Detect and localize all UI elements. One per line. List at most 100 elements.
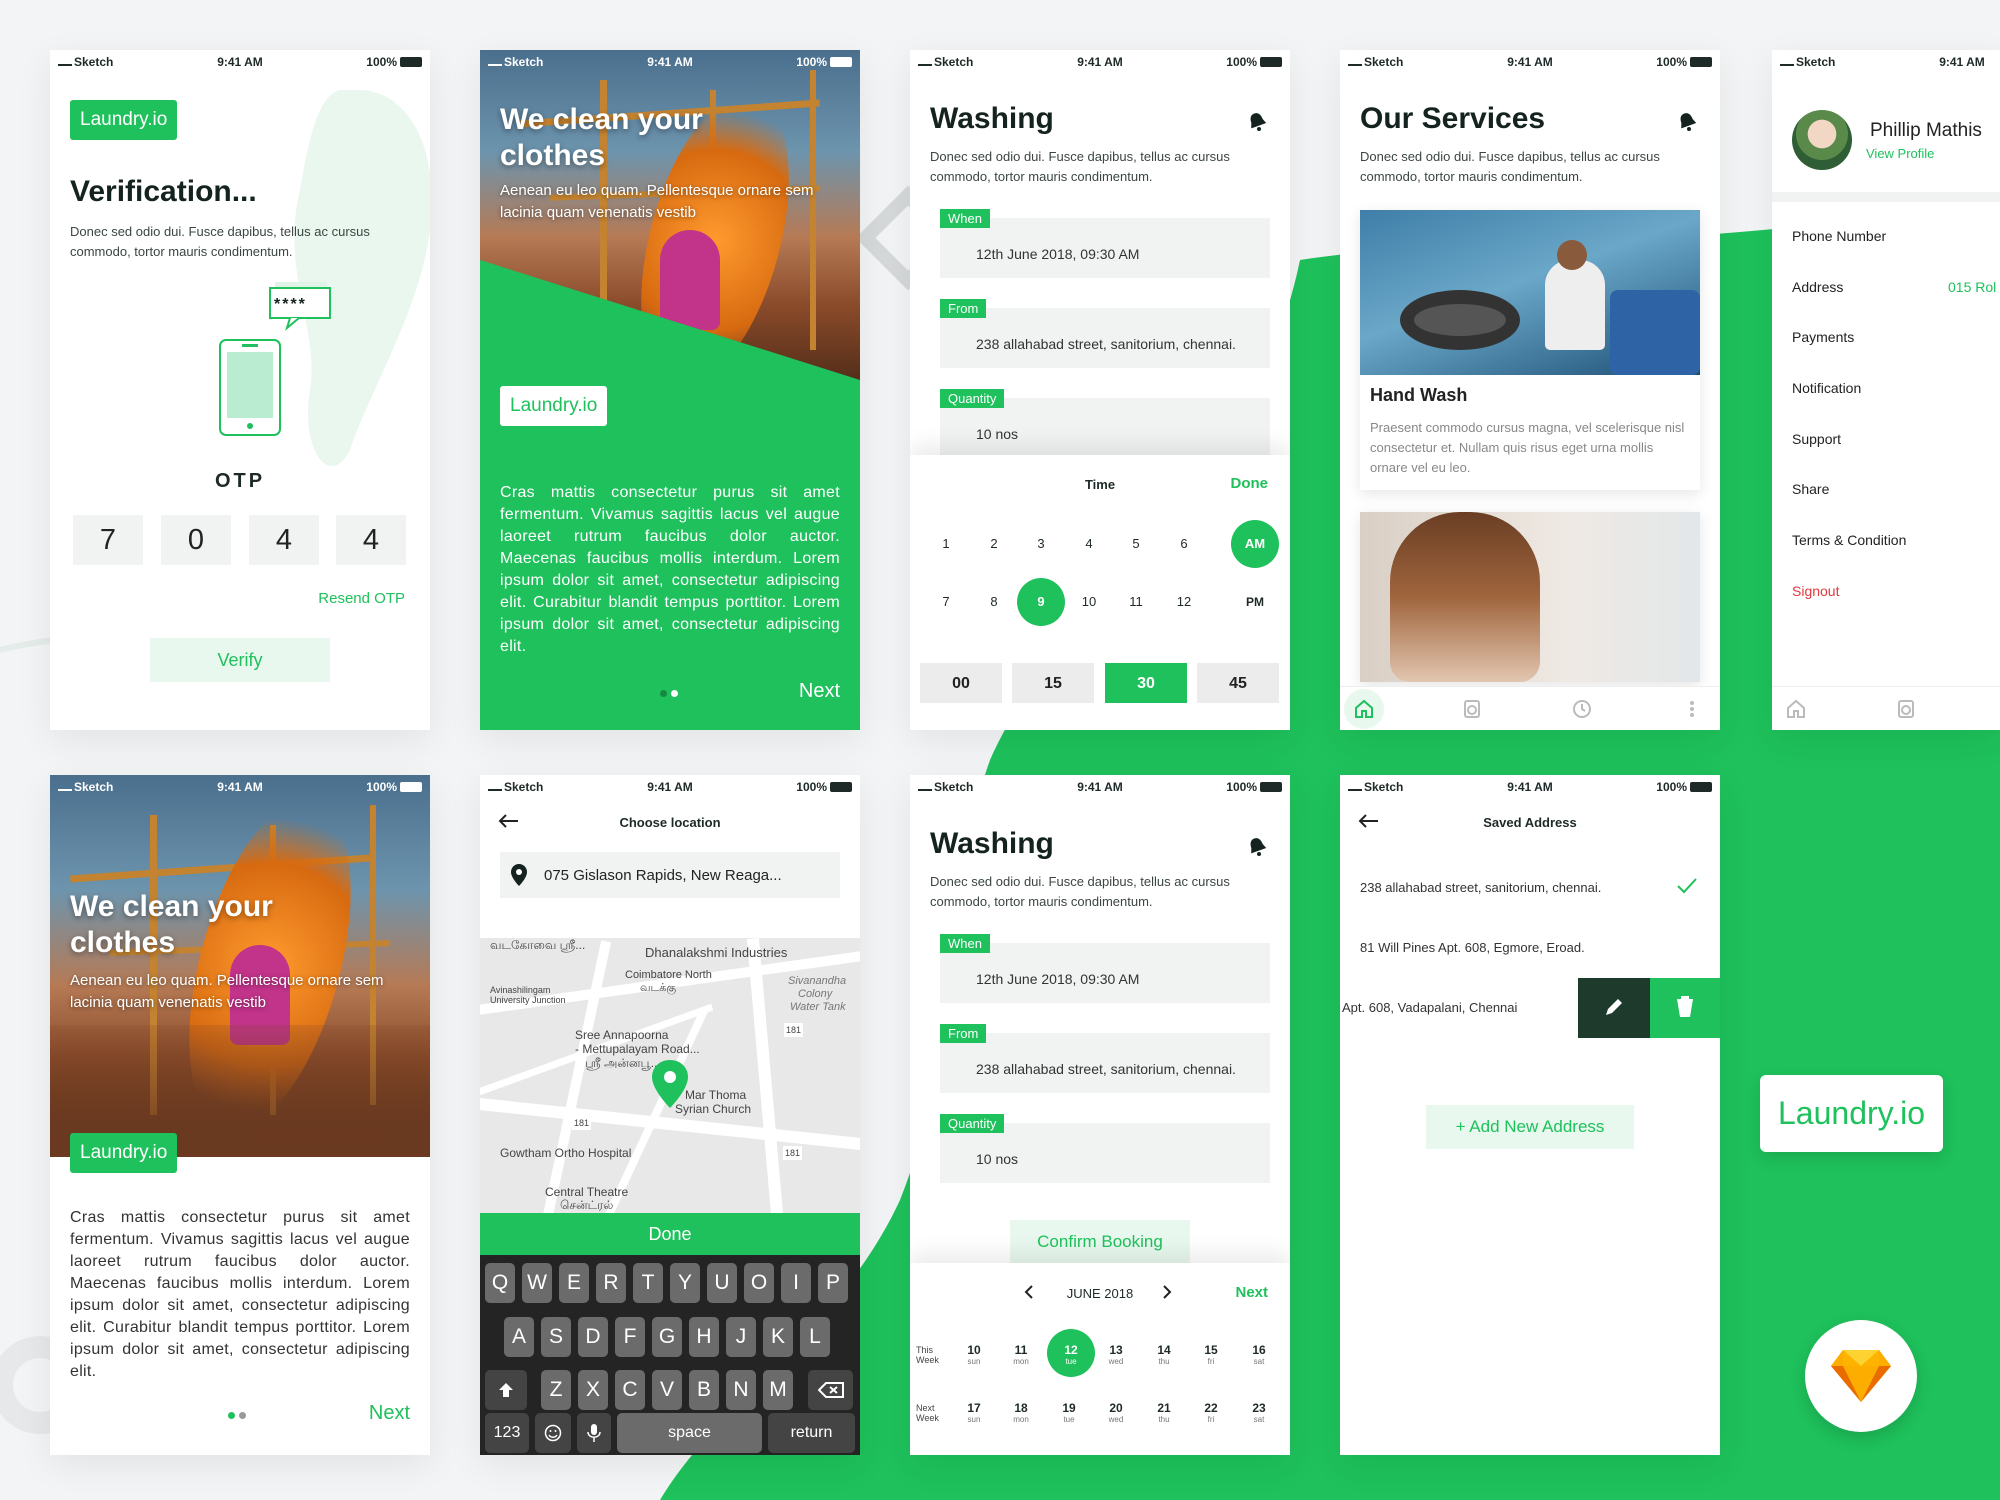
next-button[interactable]: Next	[369, 1402, 410, 1425]
menu-signout[interactable]: Signout	[1792, 583, 1839, 599]
menu-notification[interactable]: Notification	[1792, 380, 1861, 396]
key-z[interactable]: Z	[541, 1370, 571, 1410]
key-w[interactable]: W	[522, 1263, 552, 1303]
key-i[interactable]: I	[781, 1263, 811, 1303]
day-17[interactable]: 17 sun	[954, 1401, 994, 1425]
from-field[interactable]: 238 allahabad street, sanitorium, chenna…	[940, 1033, 1270, 1093]
hour-9-selected[interactable]: 9	[1017, 578, 1065, 626]
hour-5[interactable]: 5	[1116, 534, 1156, 554]
otp-digit-1[interactable]: 7	[73, 515, 143, 565]
address-item-2[interactable]: 81 Will Pines Apt. 608, Egmore, Eroad.	[1360, 940, 1585, 955]
key-p[interactable]: P	[818, 1263, 848, 1303]
next-button[interactable]: Next	[1235, 1284, 1268, 1301]
return-key[interactable]: return	[768, 1413, 855, 1453]
minute-15[interactable]: 15	[1012, 663, 1094, 703]
key-k[interactable]: K	[763, 1317, 793, 1357]
hour-4[interactable]: 4	[1069, 534, 1109, 554]
done-button[interactable]: Done	[480, 1213, 860, 1255]
hour-6[interactable]: 6	[1164, 534, 1204, 554]
otp-digit-2[interactable]: 0	[161, 515, 231, 565]
menu-phone-number[interactable]: Phone Number	[1792, 228, 1886, 244]
key-a[interactable]: A	[504, 1317, 534, 1357]
minute-45[interactable]: 45	[1197, 663, 1279, 703]
day-19[interactable]: 19 tue	[1049, 1401, 1089, 1425]
service-card-2[interactable]	[1360, 512, 1700, 682]
day-18[interactable]: 18 mon	[1001, 1401, 1041, 1425]
key-r[interactable]: R	[596, 1263, 626, 1303]
pm-toggle[interactable]: PM	[1235, 592, 1275, 612]
delete-button[interactable]	[1650, 978, 1720, 1038]
emoji-key[interactable]	[535, 1413, 571, 1453]
key-s[interactable]: S	[541, 1317, 571, 1357]
key-g[interactable]: G	[652, 1317, 682, 1357]
done-button[interactable]: Done	[1231, 475, 1269, 492]
microphone-key[interactable]	[577, 1413, 611, 1453]
map[interactable]: வடகோவை ஸ்ரீ... Dhanalakshmi Industries A…	[480, 938, 860, 1213]
minute-30-selected[interactable]: 30	[1105, 663, 1187, 703]
key-t[interactable]: T	[633, 1263, 663, 1303]
hour-7[interactable]: 7	[926, 592, 966, 612]
key-m[interactable]: M	[763, 1370, 793, 1410]
hour-3[interactable]: 3	[1021, 534, 1061, 554]
menu-payments[interactable]: Payments	[1792, 329, 1854, 345]
shift-key[interactable]	[485, 1370, 527, 1410]
key-v[interactable]: V	[652, 1370, 682, 1410]
from-field[interactable]: 238 allahabad street, sanitorium, chenna…	[940, 308, 1270, 368]
am-toggle-selected[interactable]: AM	[1231, 520, 1279, 568]
hour-11[interactable]: 11	[1116, 592, 1156, 612]
key-o[interactable]: O	[744, 1263, 774, 1303]
key-f[interactable]: F	[615, 1317, 645, 1357]
bell-icon[interactable]	[1676, 110, 1698, 132]
location-search-input[interactable]: 075 Gislason Rapids, New Reaga...	[500, 852, 840, 898]
key-c[interactable]: C	[615, 1370, 645, 1410]
otp-digit-3[interactable]: 4	[249, 515, 319, 565]
washer-icon[interactable]	[1896, 699, 1916, 719]
menu-terms[interactable]: Terms & Condition	[1792, 532, 1906, 548]
day-16[interactable]: 16 sat	[1239, 1343, 1279, 1367]
key-l[interactable]: L	[800, 1317, 830, 1357]
menu-address[interactable]: Address	[1792, 279, 1843, 295]
confirm-booking-button[interactable]: Confirm Booking	[1010, 1220, 1190, 1264]
day-22[interactable]: 22 fri	[1191, 1401, 1231, 1425]
menu-share[interactable]: Share	[1792, 481, 1829, 497]
next-button[interactable]: Next	[799, 680, 840, 703]
day-10[interactable]: 10 sun	[954, 1343, 994, 1367]
backspace-key[interactable]	[808, 1370, 853, 1410]
next-month-icon[interactable]	[1162, 1285, 1172, 1299]
day-11[interactable]: 11 mon	[1001, 1343, 1041, 1367]
day-20[interactable]: 20 wed	[1096, 1401, 1136, 1425]
minute-00[interactable]: 00	[920, 663, 1002, 703]
verify-button[interactable]: Verify	[150, 638, 330, 682]
numbers-key[interactable]: 123	[485, 1413, 529, 1453]
menu-support[interactable]: Support	[1792, 431, 1841, 447]
bell-icon[interactable]	[1246, 835, 1268, 857]
map-marker-icon[interactable]	[650, 1058, 690, 1110]
bell-icon[interactable]	[1246, 110, 1268, 132]
key-y[interactable]: Y	[670, 1263, 700, 1303]
key-h[interactable]: H	[689, 1317, 719, 1357]
key-u[interactable]: U	[707, 1263, 737, 1303]
hour-12[interactable]: 12	[1164, 592, 1204, 612]
hour-8[interactable]: 8	[974, 592, 1014, 612]
key-x[interactable]: X	[578, 1370, 608, 1410]
otp-digit-4[interactable]: 4	[336, 515, 406, 565]
key-e[interactable]: E	[559, 1263, 589, 1303]
key-d[interactable]: D	[578, 1317, 608, 1357]
avatar[interactable]	[1792, 110, 1852, 170]
day-12-selected[interactable]: 12 tue	[1051, 1343, 1091, 1367]
add-new-address-button[interactable]: + Add New Address	[1426, 1105, 1634, 1149]
key-j[interactable]: J	[726, 1317, 756, 1357]
day-13[interactable]: 13 wed	[1096, 1343, 1136, 1367]
more-icon[interactable]	[1682, 699, 1702, 719]
key-b[interactable]: B	[689, 1370, 719, 1410]
home-icon[interactable]	[1354, 699, 1374, 719]
home-icon[interactable]	[1786, 699, 1806, 719]
hour-1[interactable]: 1	[926, 534, 966, 554]
hour-10[interactable]: 10	[1069, 592, 1109, 612]
key-q[interactable]: Q	[485, 1263, 515, 1303]
address-item-3[interactable]: Apt. 608, Vadapalani, Chennai	[1342, 1000, 1517, 1015]
address-item-1[interactable]: 238 allahabad street, sanitorium, chenna…	[1360, 880, 1601, 895]
day-23[interactable]: 23 sat	[1239, 1401, 1279, 1425]
resend-otp-link[interactable]: Resend OTP	[318, 590, 405, 607]
day-14[interactable]: 14 thu	[1144, 1343, 1184, 1367]
